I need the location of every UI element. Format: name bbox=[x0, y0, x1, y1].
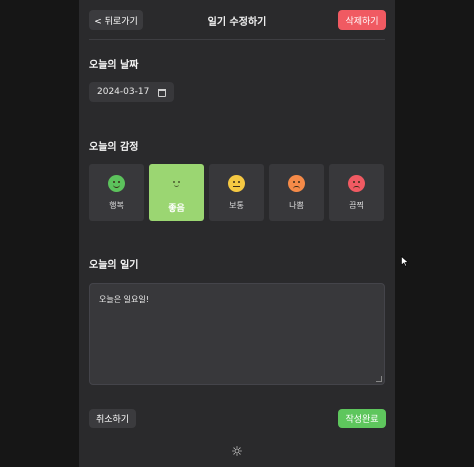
diary-textarea[interactable]: 오늘은 일요일! bbox=[89, 283, 385, 385]
cancel-button[interactable]: 취소하기 bbox=[89, 409, 136, 428]
date-value: 2024-03-17 bbox=[97, 87, 150, 97]
diary-content: 오늘은 일요일! bbox=[99, 295, 149, 304]
diary-editor-panel: < 뒤로가기 일기 수정하기 삭제하기 오늘의 날짜 2024-03-17 오늘… bbox=[79, 0, 395, 467]
emotion-label: 보통 bbox=[229, 201, 244, 210]
emotion-item-bad[interactable]: 나쁨 bbox=[269, 164, 324, 221]
emotion-label: 행복 bbox=[109, 201, 124, 210]
resize-handle-icon[interactable] bbox=[376, 376, 382, 382]
emotion-item-awful[interactable]: 끔찍 bbox=[329, 164, 384, 221]
awful-face-icon bbox=[348, 175, 365, 192]
good-face-icon bbox=[168, 175, 185, 192]
emotion-label: 좋음 bbox=[168, 204, 185, 214]
emotion-item-neutral[interactable]: 보통 bbox=[209, 164, 264, 221]
bad-face-icon bbox=[288, 175, 305, 192]
emotion-selector: 행복 좋음 보통 나쁨 끔찍 bbox=[89, 164, 385, 221]
submit-button[interactable]: 작성완료 bbox=[338, 409, 386, 428]
emotion-label: 나쁨 bbox=[289, 201, 304, 210]
happy-face-icon bbox=[108, 175, 125, 192]
calendar-icon[interactable] bbox=[158, 88, 166, 97]
sun-icon[interactable] bbox=[232, 446, 242, 456]
neutral-face-icon bbox=[228, 175, 245, 192]
delete-button[interactable]: 삭제하기 bbox=[338, 10, 386, 30]
header-divider bbox=[89, 39, 385, 40]
emotion-item-good[interactable]: 좋음 bbox=[149, 164, 204, 221]
date-section-title: 오늘의 날짜 bbox=[89, 60, 139, 71]
emotion-item-happy[interactable]: 행복 bbox=[89, 164, 144, 221]
emotion-section-title: 오늘의 감정 bbox=[89, 142, 139, 153]
emotion-label: 끔찍 bbox=[349, 201, 364, 210]
mouse-cursor-icon bbox=[401, 256, 409, 267]
diary-section-title: 오늘의 일기 bbox=[89, 260, 139, 271]
date-input[interactable]: 2024-03-17 bbox=[89, 82, 174, 102]
